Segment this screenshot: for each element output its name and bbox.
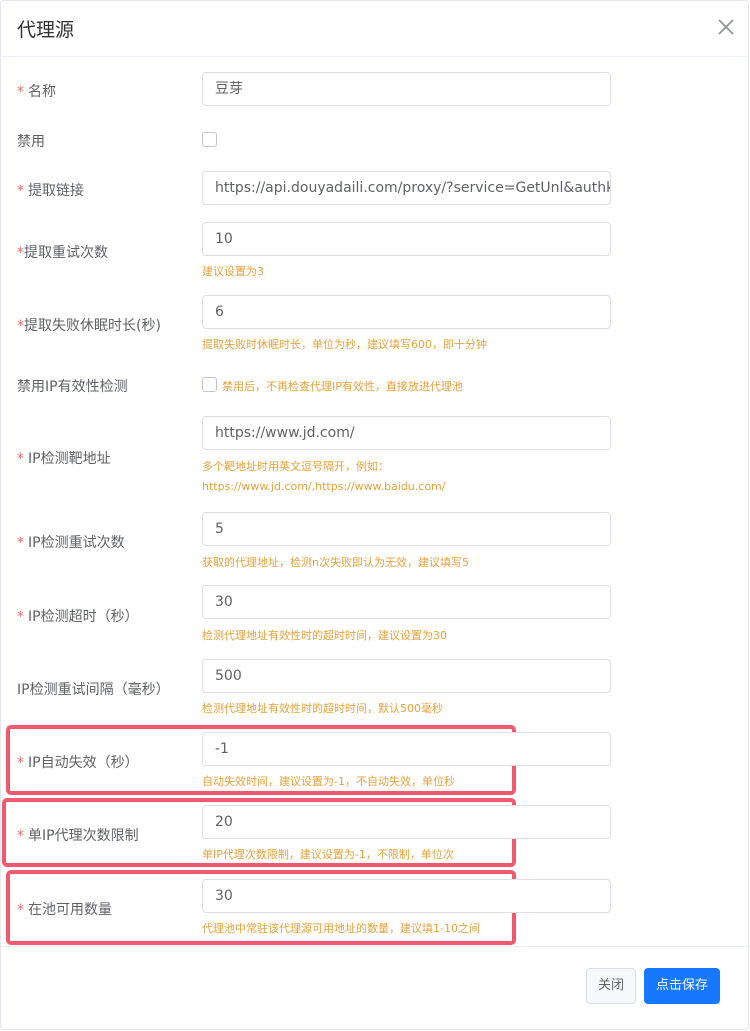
name-label: * 名称 <box>17 84 56 100</box>
disable-checkbox[interactable] <box>202 132 217 147</box>
ip-check-retry-label: * IP检测重试次数 <box>17 535 125 551</box>
ip-check-timeout-hint: 检测代理地址有效性时的超时时间，建议设置为30 <box>202 629 447 642</box>
retry-count-label: *提取重试次数 <box>17 245 108 261</box>
extract-url-input[interactable]: https://api.douyadaili.com/proxy/?servic… <box>202 171 611 205</box>
fail-sleep-input[interactable]: 6 <box>202 295 611 329</box>
disable-ip-check-checkbox[interactable] <box>202 377 217 392</box>
dialog-header: 代理源 <box>1 1 748 57</box>
ip-check-timeout-label: * IP检测超时（秒） <box>17 609 139 625</box>
ip-check-interval-input[interactable]: 500 <box>202 659 611 693</box>
ip-auto-expire-hint: 自动失效时间，建议设置为-1，不自动失效，单位秒 <box>202 775 455 788</box>
retry-count-hint: 建议设置为3 <box>202 265 264 278</box>
ip-auto-expire-label: * IP自动失效（秒） <box>17 755 139 771</box>
fail-sleep-label: *提取失败休眠时长(秒) <box>17 318 161 334</box>
pool-size-label: * 在池可用数量 <box>17 902 112 918</box>
close-icon[interactable] <box>716 17 736 37</box>
ip-auto-expire-input[interactable]: -1 <box>202 732 611 766</box>
dialog-title: 代理源 <box>17 19 75 41</box>
extract-url-label: * 提取链接 <box>17 183 84 199</box>
ip-check-retry-input[interactable]: 5 <box>202 512 611 546</box>
ip-check-interval-hint: 检测代理地址有效性时的超时时间，默认500毫秒 <box>202 702 443 715</box>
ip-check-interval-label: IP检测重试间隔（毫秒） <box>17 682 170 698</box>
ip-check-target-label: * IP检测靶地址 <box>17 451 111 467</box>
ip-check-target-hint-2: https://www.jd.com/,https://www.baidu.co… <box>202 480 446 493</box>
proxy-source-dialog: 代理源 * 名称 豆芽 禁用 * 提取链接 https://api.douyadai… <box>0 0 749 1030</box>
disable-ip-check-label: 禁用IP有效性检测 <box>17 379 128 395</box>
ip-check-target-input[interactable]: https://www.jd.com/ <box>202 416 611 450</box>
name-input[interactable]: 豆芽 <box>202 72 611 106</box>
ip-check-target-hint-1: 多个靶地址时用英文逗号隔开，例如： <box>202 460 389 473</box>
per-ip-limit-label: * 单IP代理次数限制 <box>17 828 139 844</box>
save-button[interactable]: 点击保存 <box>644 968 720 1004</box>
ip-check-timeout-input[interactable]: 30 <box>202 585 611 619</box>
retry-count-input[interactable]: 10 <box>202 222 611 256</box>
disable-ip-check-hint: 禁用后，不再检查代理IP有效性，直接放进代理池 <box>222 380 463 393</box>
disable-label: 禁用 <box>17 134 45 150</box>
per-ip-limit-input[interactable]: 20 <box>202 805 611 839</box>
footer-divider <box>1 946 748 947</box>
pool-size-input[interactable]: 30 <box>202 879 611 913</box>
fail-sleep-hint: 提取失败时休眠时长，单位为秒，建议填写600，即十分钟 <box>202 338 487 351</box>
pool-size-hint: 代理池中常驻该代理源可用地址的数量，建议填1-10之间 <box>202 922 480 935</box>
per-ip-limit-hint: 单IP代理次数限制，建议设置为-1，不限制，单位次 <box>202 848 454 861</box>
close-button[interactable]: 关闭 <box>586 968 636 1004</box>
ip-check-retry-hint: 获取的代理地址，检测n次失败即认为无效，建议填写5 <box>202 556 469 569</box>
required-mark: * <box>17 84 24 100</box>
